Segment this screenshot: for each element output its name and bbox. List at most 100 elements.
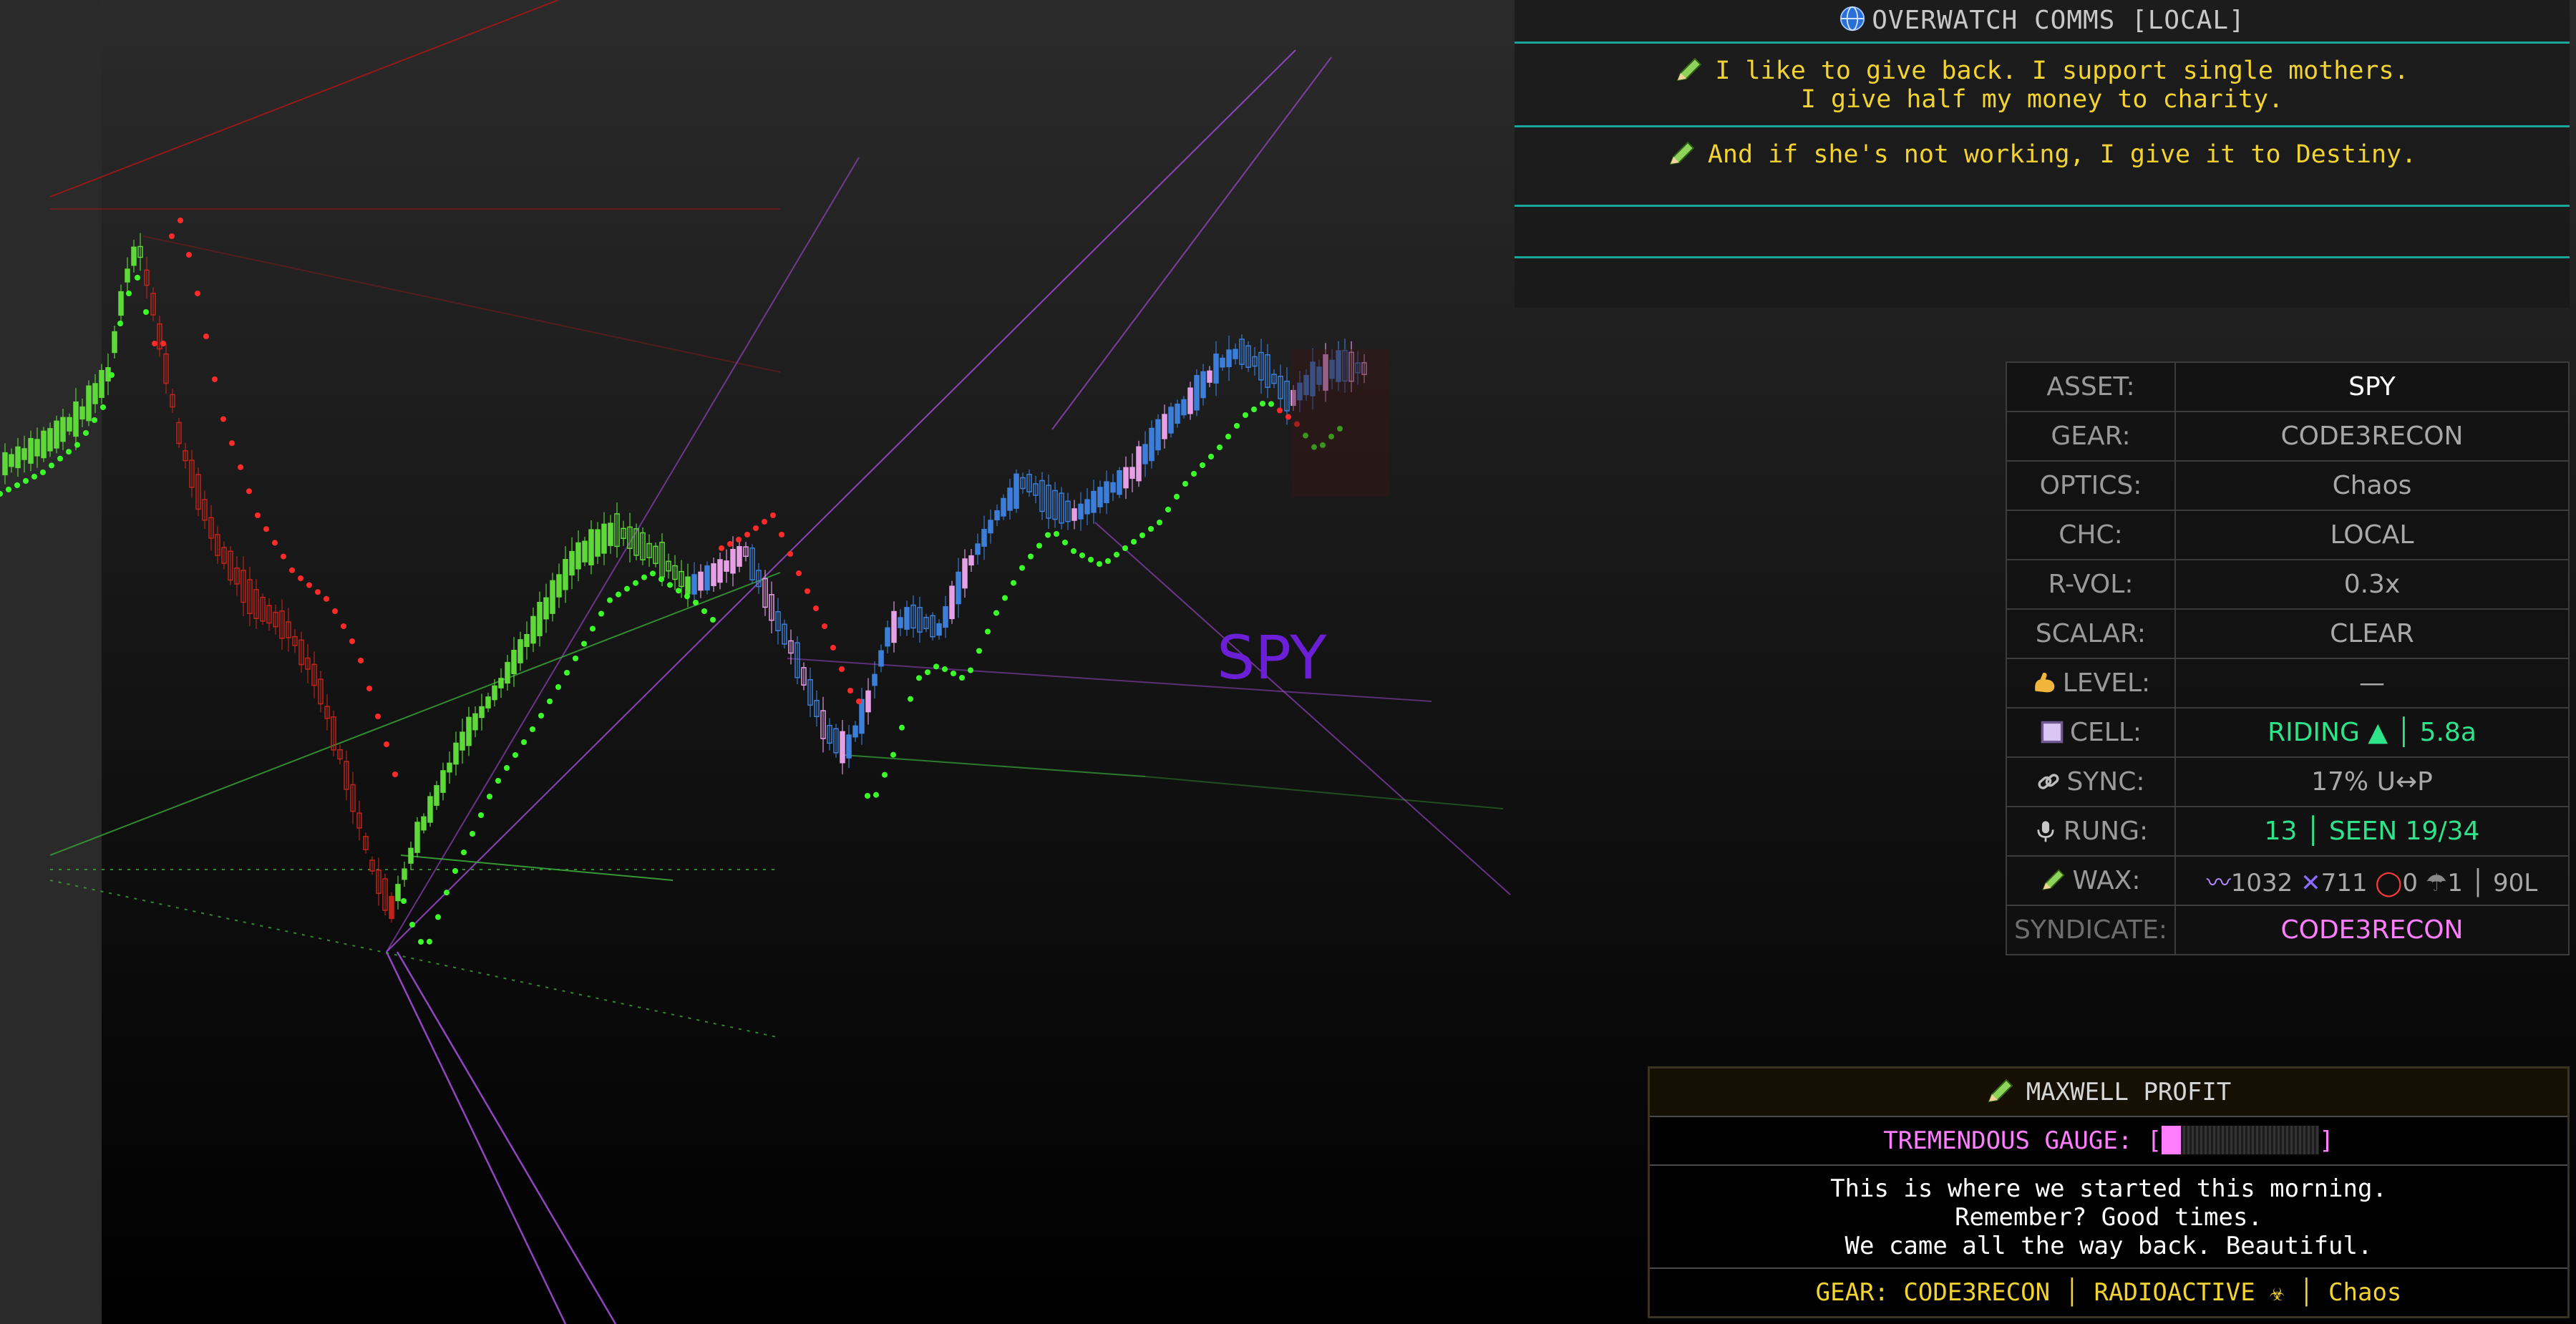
candle — [92, 383, 98, 404]
indicator-dot — [607, 597, 613, 603]
candle — [453, 742, 459, 765]
candle — [601, 523, 607, 554]
candle — [434, 785, 439, 806]
candle — [1142, 444, 1148, 464]
candle — [943, 606, 948, 628]
candle — [60, 417, 66, 442]
candle — [975, 543, 981, 555]
candle — [891, 610, 897, 643]
wax-wave-count: 1032 — [2230, 869, 2293, 897]
indicator-dot — [598, 610, 604, 617]
candle — [698, 571, 704, 591]
indicator-dot — [100, 404, 106, 410]
indicator-dot — [555, 684, 561, 690]
indicator-dot — [160, 341, 166, 346]
indicator-dot — [109, 372, 115, 378]
candle — [537, 602, 543, 636]
indicator-dot — [976, 648, 982, 654]
chart-left-gutter — [0, 0, 102, 1324]
indicator-dot — [1045, 532, 1051, 538]
asset-info-table: ASSET: SPY GEAR: CODE3RECON OPTICS: Chao… — [2006, 361, 2570, 955]
maxwell-title: MAXWELL PROFIT — [1650, 1069, 2567, 1117]
info-key-text: CELL: — [2069, 718, 2142, 747]
flexed-bicep-icon — [2034, 672, 2055, 693]
indicator-dot — [710, 617, 716, 623]
candle — [1129, 467, 1135, 480]
circle-icon: ◯ — [2375, 869, 2403, 897]
indicator-dot — [822, 623, 827, 629]
indicator-dot — [925, 669, 930, 676]
candle — [67, 417, 72, 432]
indicator-dot — [349, 638, 355, 644]
indicator-dot — [847, 688, 853, 693]
info-key-text: RUNG: — [2063, 817, 2149, 846]
indicator-dot — [770, 512, 776, 518]
candle — [2, 452, 8, 476]
indicator-dot — [461, 850, 467, 855]
info-key: R-VOL: — [2006, 559, 2176, 610]
indicator-dot — [40, 469, 46, 475]
candle — [1149, 427, 1155, 462]
indicator-dot — [229, 440, 235, 447]
candle — [575, 542, 581, 570]
candle — [1123, 467, 1129, 489]
candle — [112, 331, 117, 354]
candle — [125, 268, 130, 283]
square-icon — [2041, 721, 2064, 744]
candle — [485, 696, 491, 709]
candle — [1091, 490, 1097, 513]
info-key-text: LEVEL: — [2062, 668, 2151, 698]
indicator-dot — [530, 726, 535, 732]
candle — [859, 698, 865, 734]
info-value: 17% U↔P — [2174, 756, 2570, 807]
candle — [885, 627, 890, 647]
candle — [1117, 470, 1122, 495]
indicator-dot — [152, 341, 157, 346]
candle — [846, 734, 852, 759]
tremendous-gauge: TREMENDOUS GAUGE: [] — [1650, 1117, 2567, 1166]
indicator-dot — [1268, 401, 1274, 407]
candle — [956, 571, 961, 605]
candle — [99, 369, 105, 399]
indicator-dot — [409, 922, 415, 928]
candle — [73, 401, 79, 437]
indicator-dot — [143, 309, 149, 315]
indicator-dot — [641, 574, 647, 580]
info-row-asset: ASSET: SPY — [2006, 361, 2570, 412]
indicator-dot — [805, 588, 810, 594]
indicator-dot — [882, 771, 888, 778]
indicator-dot — [830, 645, 836, 651]
candle — [131, 246, 137, 266]
comms-message-line: I like to give back. I support single mo… — [1715, 57, 2409, 85]
indicator-dot — [6, 487, 11, 492]
indicator-dot — [873, 792, 879, 798]
indicator-dot — [1019, 565, 1025, 571]
indicator-dot — [624, 585, 630, 592]
wave-icon: 〰 — [2206, 869, 2231, 897]
indicator-dot — [57, 455, 63, 462]
umbrella-icon: ☂ — [2425, 869, 2448, 897]
indicator-dot — [839, 666, 845, 672]
highlight-zone — [1292, 349, 1389, 497]
candle — [460, 731, 465, 751]
info-key: CELL: — [2006, 707, 2176, 758]
candle — [981, 529, 987, 547]
candle — [872, 673, 878, 686]
info-row-rung: RUNG: 13 │ SEEN 19/34 — [2006, 806, 2570, 857]
candle — [466, 716, 472, 746]
indicator-dot — [1243, 412, 1248, 418]
indicator-dot — [1200, 462, 1205, 468]
indicator-dot — [66, 449, 72, 455]
indicator-dot — [427, 938, 432, 945]
candle — [988, 520, 993, 534]
indicator-dot — [1054, 531, 1059, 537]
indicator-dot — [238, 464, 243, 470]
candle — [472, 713, 478, 731]
indicator-dot — [916, 675, 922, 681]
pencil-icon — [1988, 1079, 2013, 1103]
pencil-icon — [2042, 869, 2066, 890]
candle — [704, 565, 710, 591]
candle — [1136, 446, 1142, 482]
indicator-dot — [470, 831, 475, 837]
indicator-dot — [1062, 540, 1068, 545]
